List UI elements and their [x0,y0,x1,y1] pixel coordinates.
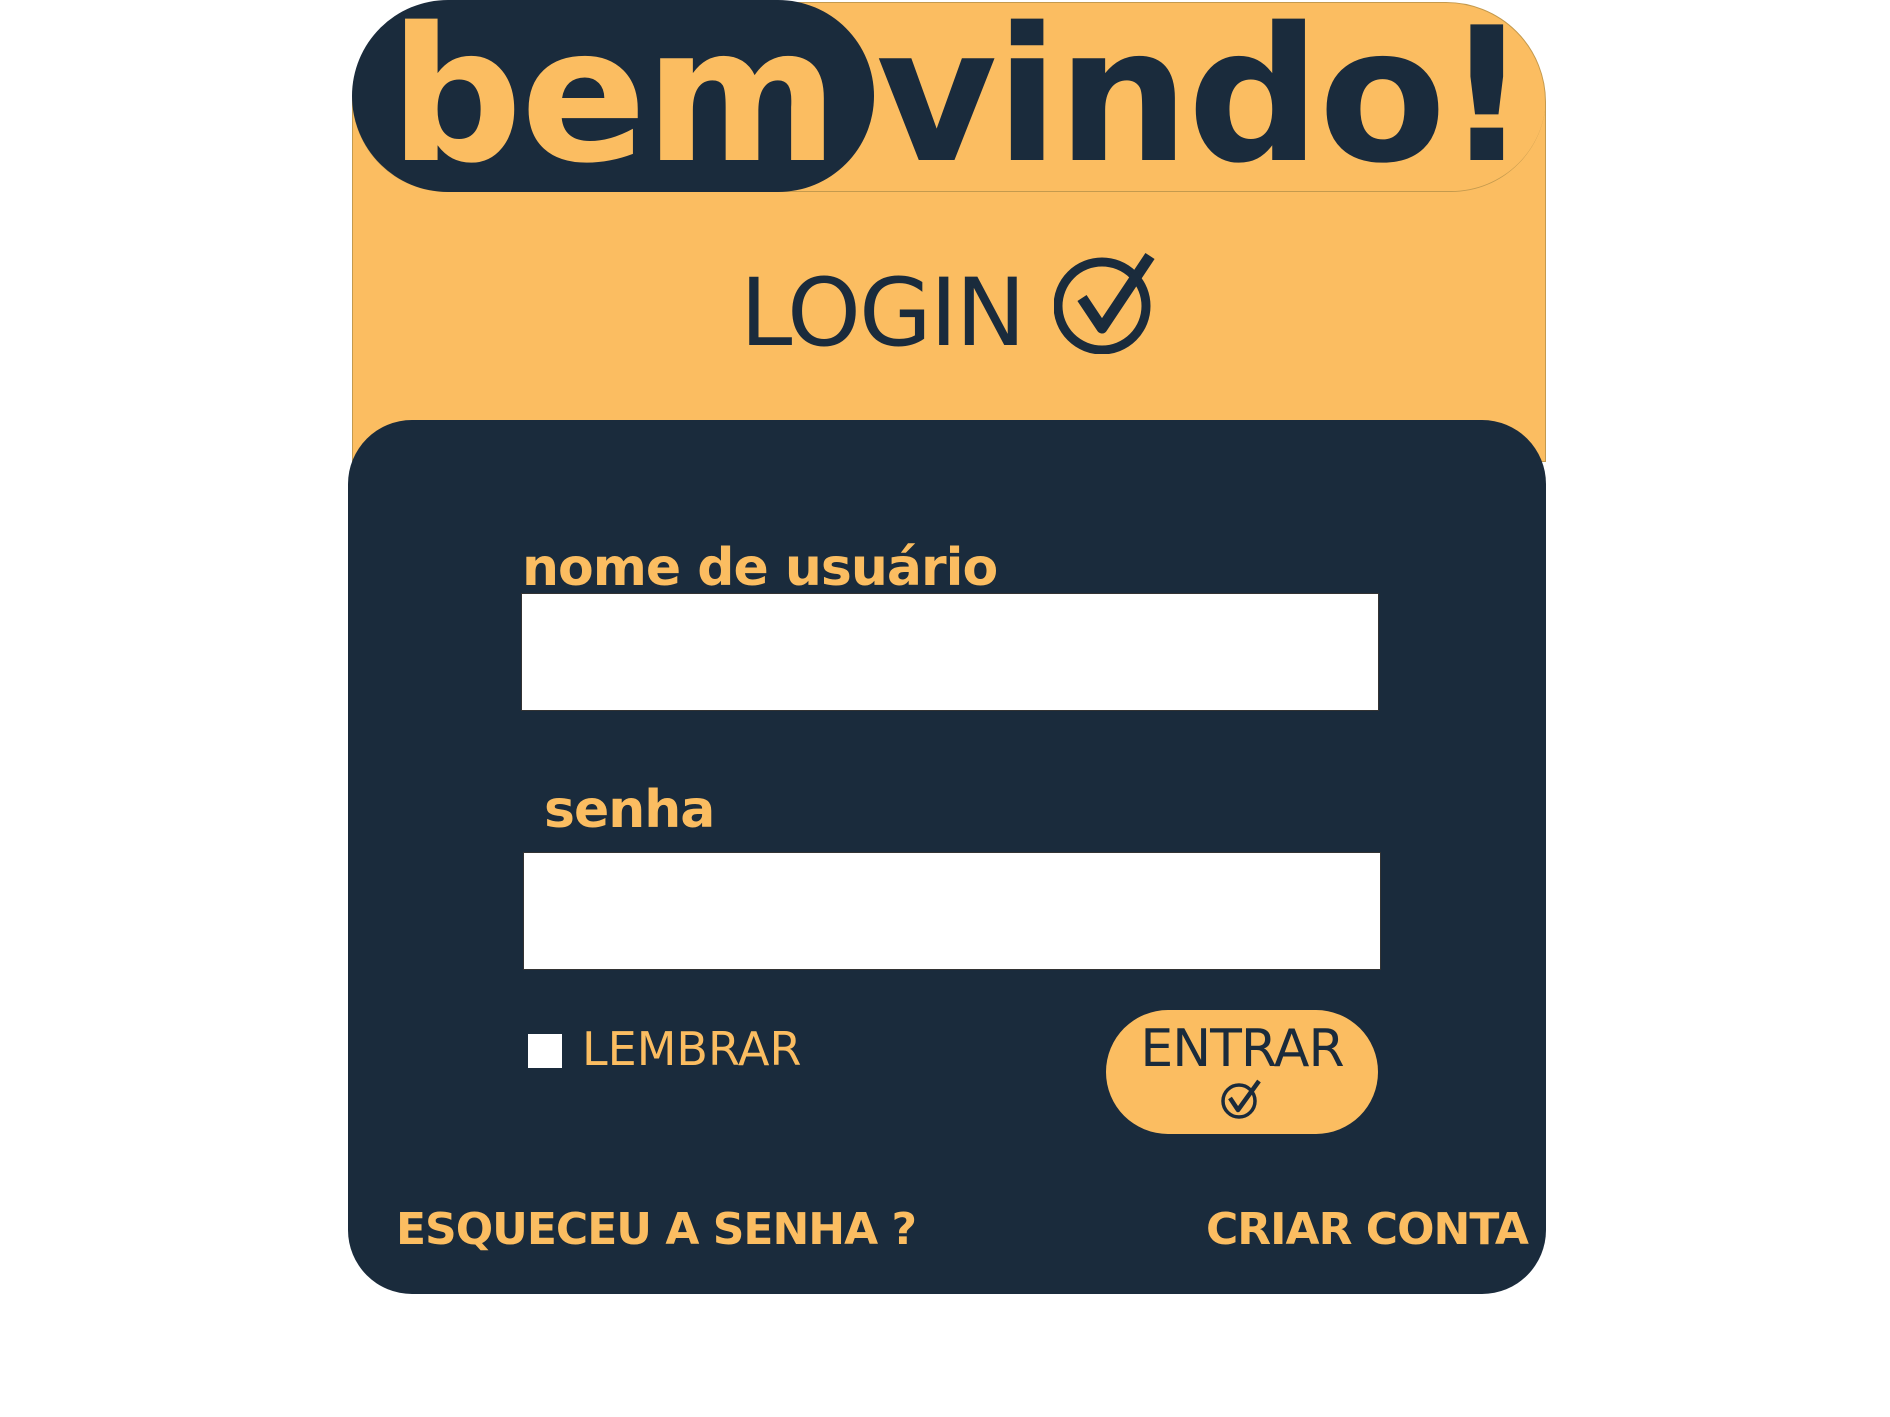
remember-label: LEMBRAR [582,1022,802,1076]
check-circle-icon [1219,1077,1265,1122]
forgot-password-link[interactable]: ESQUECEU A SENHA ? [396,1208,917,1252]
welcome-text-part1: bem [389,0,838,204]
welcome-text-part2: vindo! [876,0,1529,204]
remember-checkbox[interactable] [528,1034,562,1068]
create-account-link[interactable]: CRIAR CONTA [1206,1208,1529,1252]
enter-button-label: ENTRAR [1140,1018,1344,1079]
username-label: nome de usuário [522,538,998,598]
username-input[interactable] [521,593,1379,711]
password-label: senha [544,780,715,840]
login-heading: LOGIN [740,252,1158,368]
password-input[interactable] [523,852,1381,970]
check-circle-icon [1053,250,1158,377]
login-title: LOGIN [740,258,1026,368]
enter-button[interactable]: ENTRAR [1106,1010,1378,1134]
